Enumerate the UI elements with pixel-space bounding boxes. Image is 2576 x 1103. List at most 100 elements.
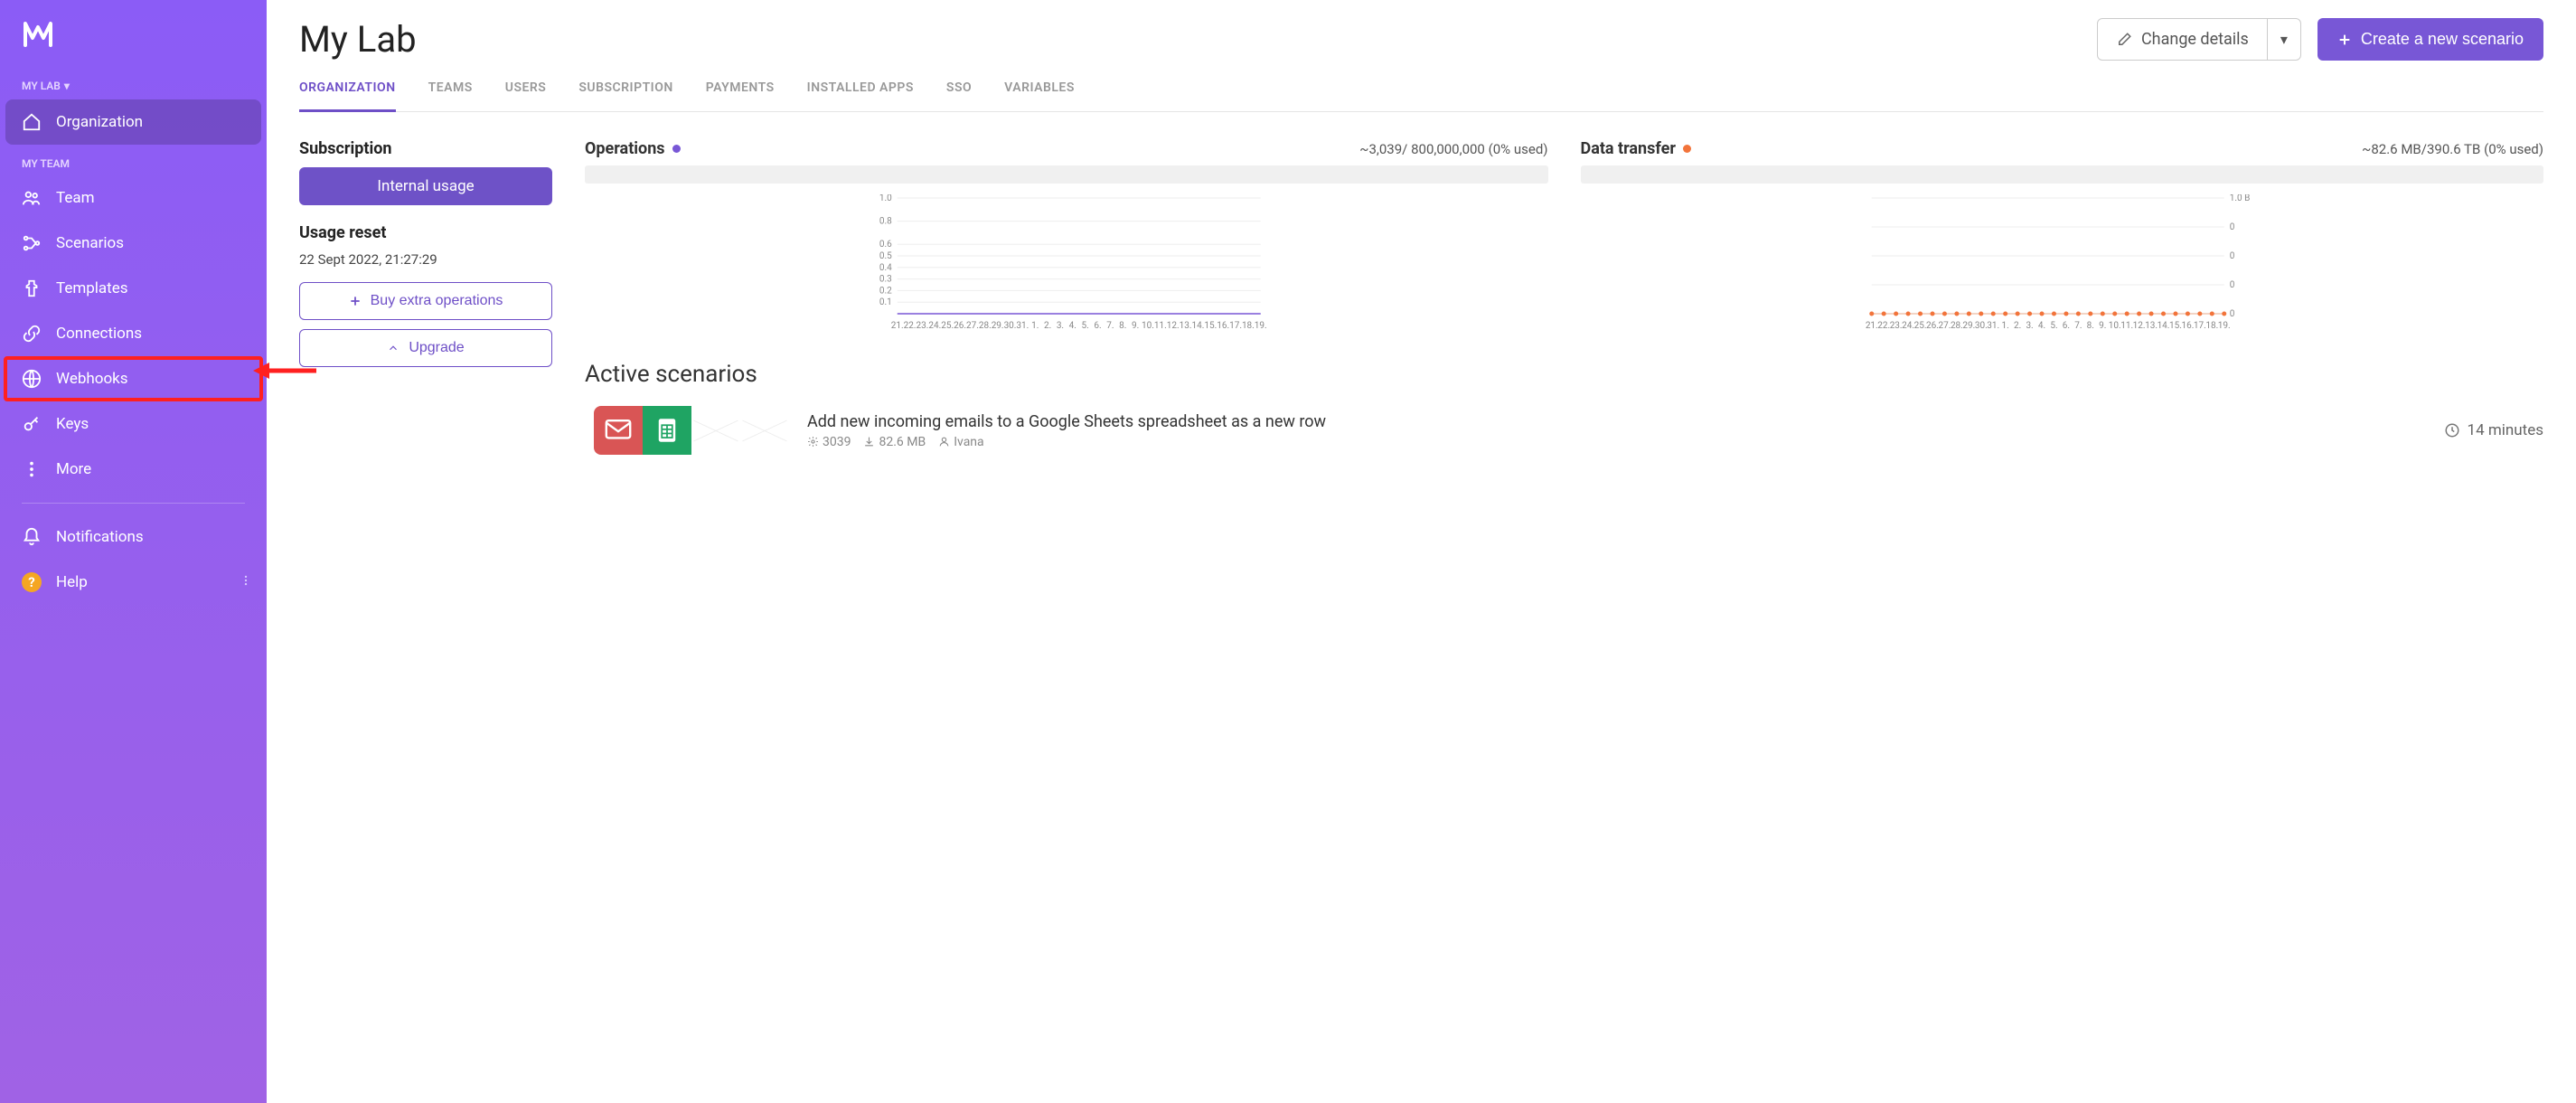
- operations-stat: ~3,039/ 800,000,000 (0% used): [1359, 141, 1547, 157]
- main-content: My Lab Change details ▾ Create a new sce…: [267, 0, 2576, 1103]
- caret-down-icon: ▾: [2280, 31, 2288, 48]
- operations-bar: [585, 165, 1548, 184]
- change-details-dropdown[interactable]: ▾: [2268, 20, 2300, 59]
- svg-text:15.: 15.: [1204, 321, 1217, 331]
- svg-text:31.: 31.: [1016, 321, 1029, 331]
- svg-text:30.: 30.: [1974, 321, 1987, 331]
- svg-text:31.: 31.: [1987, 321, 1999, 331]
- gear-icon: [807, 436, 819, 448]
- data-transfer-block: Data transfer ~82.6 MB/390.6 TB (0% used…: [1581, 139, 2544, 335]
- org-selector-label: MY LAB: [22, 80, 61, 92]
- subscription-badge: Internal usage: [299, 167, 552, 205]
- header: My Lab Change details ▾ Create a new sce…: [299, 18, 2543, 61]
- svg-text:5.: 5.: [1082, 321, 1089, 331]
- svg-text:22.: 22.: [1877, 321, 1890, 331]
- svg-text:16.: 16.: [2181, 321, 2194, 331]
- active-scenarios-heading: Active scenarios: [585, 361, 2543, 388]
- sidebar-item-label: Keys: [56, 415, 89, 433]
- download-icon: [863, 436, 875, 448]
- svg-text:13.: 13.: [1180, 321, 1192, 331]
- svg-text:8.: 8.: [2086, 321, 2093, 331]
- subscription-heading: Subscription: [299, 139, 552, 158]
- scenario-row[interactable]: Add new incoming emails to a Google Shee…: [585, 406, 2543, 455]
- svg-text:2.: 2.: [1044, 321, 1051, 331]
- upgrade-button[interactable]: Upgrade: [299, 329, 552, 367]
- svg-text:14.: 14.: [1191, 321, 1204, 331]
- change-details-button[interactable]: Change details: [2098, 19, 2268, 60]
- sidebar-more-menu[interactable]: [225, 560, 267, 605]
- webhooks-icon: [22, 369, 42, 389]
- svg-text:26.: 26.: [954, 321, 966, 331]
- sidebar: MY LAB ▾ Organization MY TEAM Team Scena…: [0, 0, 267, 1103]
- email-icon: [594, 406, 643, 455]
- sidebar-item-help[interactable]: ? Help: [0, 560, 225, 605]
- tab-installed-apps[interactable]: INSTALLED APPS: [807, 71, 914, 111]
- blank-slot-icon: [691, 406, 740, 455]
- tab-teams[interactable]: TEAMS: [428, 71, 473, 111]
- svg-text:0: 0: [2229, 222, 2234, 232]
- more-icon: [22, 459, 42, 479]
- sidebar-item-notifications[interactable]: Notifications: [0, 514, 267, 560]
- svg-text:19.: 19.: [2217, 321, 2230, 331]
- logo: [0, 18, 267, 72]
- svg-text:2.: 2.: [2013, 321, 2020, 331]
- data-transfer-title: Data transfer: [1581, 139, 1676, 158]
- operations-title: Operations: [585, 139, 665, 158]
- svg-text:9.: 9.: [2099, 321, 2106, 331]
- svg-text:0.2: 0.2: [879, 286, 892, 296]
- scenario-ops: 3039: [807, 435, 851, 449]
- svg-text:0.5: 0.5: [879, 251, 892, 261]
- change-details-group: Change details ▾: [2097, 18, 2301, 61]
- team-icon: [22, 188, 42, 208]
- svg-text:29.: 29.: [1962, 321, 1975, 331]
- sidebar-item-label: Help: [56, 573, 88, 591]
- tab-subscription[interactable]: SUBSCRIPTION: [578, 71, 672, 111]
- tab-variables[interactable]: VARIABLES: [1004, 71, 1075, 111]
- tabs: ORGANIZATION TEAMS USERS SUBSCRIPTION PA…: [299, 71, 2543, 112]
- svg-text:1.: 1.: [2001, 321, 2008, 331]
- operations-chart: 0.10.20.30.40.50.60.81.021.22.23.24.25.2…: [585, 194, 1548, 332]
- annotation-arrow: [253, 360, 316, 382]
- svg-text:7.: 7.: [2074, 321, 2082, 331]
- sidebar-item-label: Connections: [56, 325, 142, 343]
- svg-text:15.: 15.: [2169, 321, 2182, 331]
- data-transfer-chart: 00001.0 B21.22.23.24.25.26.27.28.29.30.3…: [1581, 194, 2544, 332]
- svg-text:21.: 21.: [1865, 321, 1877, 331]
- sidebar-item-label: Team: [56, 189, 95, 207]
- svg-text:27.: 27.: [1938, 321, 1951, 331]
- sidebar-item-organization[interactable]: Organization: [5, 99, 261, 145]
- tab-sso[interactable]: SSO: [946, 71, 972, 111]
- tab-payments[interactable]: PAYMENTS: [706, 71, 775, 111]
- sidebar-item-label: Organization: [56, 113, 143, 131]
- svg-text:23.: 23.: [1889, 321, 1902, 331]
- scenario-time: 14 minutes: [2444, 421, 2543, 439]
- svg-text:21.: 21.: [891, 321, 904, 331]
- svg-text:10.: 10.: [2108, 321, 2120, 331]
- bell-icon: [22, 527, 42, 547]
- caret-down-icon: ▾: [64, 80, 70, 92]
- plus-icon: [2337, 33, 2352, 47]
- svg-text:29.: 29.: [992, 321, 1004, 331]
- sidebar-item-scenarios[interactable]: Scenarios: [0, 221, 267, 266]
- svg-text:18.: 18.: [1242, 321, 1255, 331]
- usage-reset-heading: Usage reset: [299, 223, 552, 242]
- dot-orange-icon: [1683, 145, 1691, 153]
- sidebar-item-more[interactable]: More: [0, 447, 267, 492]
- sidebar-item-webhooks[interactable]: Webhooks: [4, 356, 263, 401]
- sidebar-item-connections[interactable]: Connections: [0, 311, 267, 356]
- org-selector[interactable]: MY LAB ▾: [0, 72, 267, 99]
- svg-text:12.: 12.: [2132, 321, 2145, 331]
- svg-text:0.6: 0.6: [879, 240, 892, 250]
- scenario-name: Add new incoming emails to a Google Shee…: [807, 412, 2426, 431]
- buy-extra-button[interactable]: Buy extra operations: [299, 282, 552, 320]
- sidebar-item-keys[interactable]: Keys: [0, 401, 267, 447]
- tab-users[interactable]: USERS: [505, 71, 547, 111]
- sidebar-item-templates[interactable]: Templates: [0, 266, 267, 311]
- svg-text:0.3: 0.3: [879, 275, 892, 285]
- tab-organization[interactable]: ORGANIZATION: [299, 71, 396, 112]
- sidebar-item-team[interactable]: Team: [0, 175, 267, 221]
- sidebar-item-label: More: [56, 460, 91, 478]
- svg-text:12.: 12.: [1167, 321, 1180, 331]
- create-scenario-button[interactable]: Create a new scenario: [2317, 18, 2543, 61]
- keys-icon: [22, 414, 42, 434]
